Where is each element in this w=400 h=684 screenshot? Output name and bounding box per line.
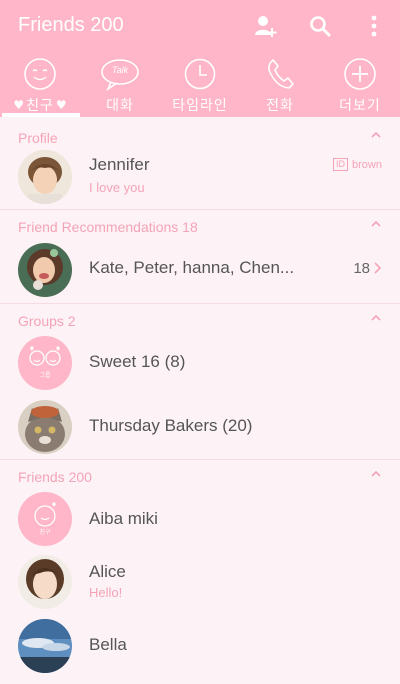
main-tabs: ♥ 친구 ♥ Talk 대화 타임라인 전화 더보기 <box>0 56 400 117</box>
chevron-up-icon[interactable] <box>370 467 382 485</box>
avatar <box>18 400 72 454</box>
tab-timeline[interactable]: 타임라인 <box>160 56 240 117</box>
section-header-recommendations[interactable]: Friend Recommendations 18 <box>0 209 400 239</box>
tab-label: 친구 <box>26 98 54 114</box>
id-label: ID <box>333 158 349 171</box>
avatar <box>18 555 72 609</box>
avatar <box>18 150 72 204</box>
tab-friends[interactable]: ♥ 친구 ♥ <box>0 56 80 117</box>
page-title: Friends 200 <box>18 14 124 36</box>
friend-name: Bella <box>89 635 127 654</box>
profile-name: Jennifer <box>89 155 150 174</box>
profile-row[interactable]: Jennifer I love you ID brown <box>0 145 400 209</box>
group-name: Sweet 16 (8) <box>89 352 186 371</box>
avatar-label: 그룹 <box>39 372 51 379</box>
tab-label: 더보기 <box>339 98 381 114</box>
friend-name: Alice <box>89 562 126 581</box>
profile-status-message: I love you <box>89 180 145 195</box>
chevron-right-icon <box>372 261 382 280</box>
more-vert-icon[interactable] <box>360 12 388 40</box>
friend-default-avatar: 친구 <box>18 492 72 546</box>
avatar <box>18 619 72 673</box>
talk-bubble-icon: Talk <box>98 56 142 92</box>
avatar-label: 친구 <box>39 529 51 536</box>
section-title: Profile <box>18 130 58 146</box>
tab-label: 대화 <box>106 98 134 114</box>
clock-icon <box>178 56 222 92</box>
phone-icon <box>258 56 302 92</box>
recommendation-count: 18 <box>353 260 370 277</box>
heart-icon: ♥ <box>13 98 25 112</box>
chevron-up-icon[interactable] <box>370 128 382 146</box>
avatar <box>18 243 72 297</box>
id-value: brown <box>352 158 382 171</box>
add-friend-icon[interactable] <box>252 12 280 40</box>
section-header-friends[interactable]: Friends 200 <box>0 459 400 489</box>
plus-circle-icon <box>338 56 382 92</box>
chevron-up-icon[interactable] <box>370 217 382 235</box>
tab-label: 타임라인 <box>172 98 228 114</box>
friends-list: Profile Jennifer I love you ID brown Fri… <box>0 117 400 684</box>
search-icon[interactable] <box>306 12 334 40</box>
section-title: Friend Recommendations 18 <box>18 219 198 235</box>
friend-row[interactable]: Alice Hello! <box>0 552 400 616</box>
recommendations-row[interactable]: Kate, Peter, hanna, Chen... 18 <box>0 238 400 302</box>
friend-row[interactable]: Bella <box>0 616 400 680</box>
section-title: Groups 2 <box>18 313 76 329</box>
friend-name: Aiba miki <box>89 509 158 528</box>
app-header: Friends 200 ♥ 친구 ♥ Talk 대화 타임라인 전화 더보기 <box>0 0 400 117</box>
tab-more[interactable]: 더보기 <box>320 56 400 117</box>
group-row[interactable]: Thursday Bakers (20) <box>0 395 400 459</box>
friend-row[interactable]: 친구 Aiba miki <box>0 487 400 551</box>
recommendation-names: Kate, Peter, hanna, Chen... <box>89 258 295 277</box>
tab-calls[interactable]: 전화 <box>240 56 320 117</box>
chevron-up-icon[interactable] <box>370 311 382 329</box>
tab-chats[interactable]: Talk 대화 <box>80 56 160 117</box>
tab-label: 전화 <box>266 98 294 114</box>
section-title: Friends 200 <box>18 469 92 485</box>
section-header-groups[interactable]: Groups 2 <box>0 303 400 333</box>
group-name: Thursday Bakers (20) <box>89 416 253 435</box>
smile-face-icon <box>18 56 62 92</box>
id-badge: ID brown <box>333 158 382 171</box>
friend-status-message: Hello! <box>89 585 123 600</box>
group-row[interactable]: 그룹 Sweet 16 (8) <box>0 331 400 395</box>
heart-icon: ♥ <box>55 98 67 112</box>
group-default-avatar: 그룹 <box>18 336 72 390</box>
talk-bubble-text: Talk <box>111 65 129 75</box>
